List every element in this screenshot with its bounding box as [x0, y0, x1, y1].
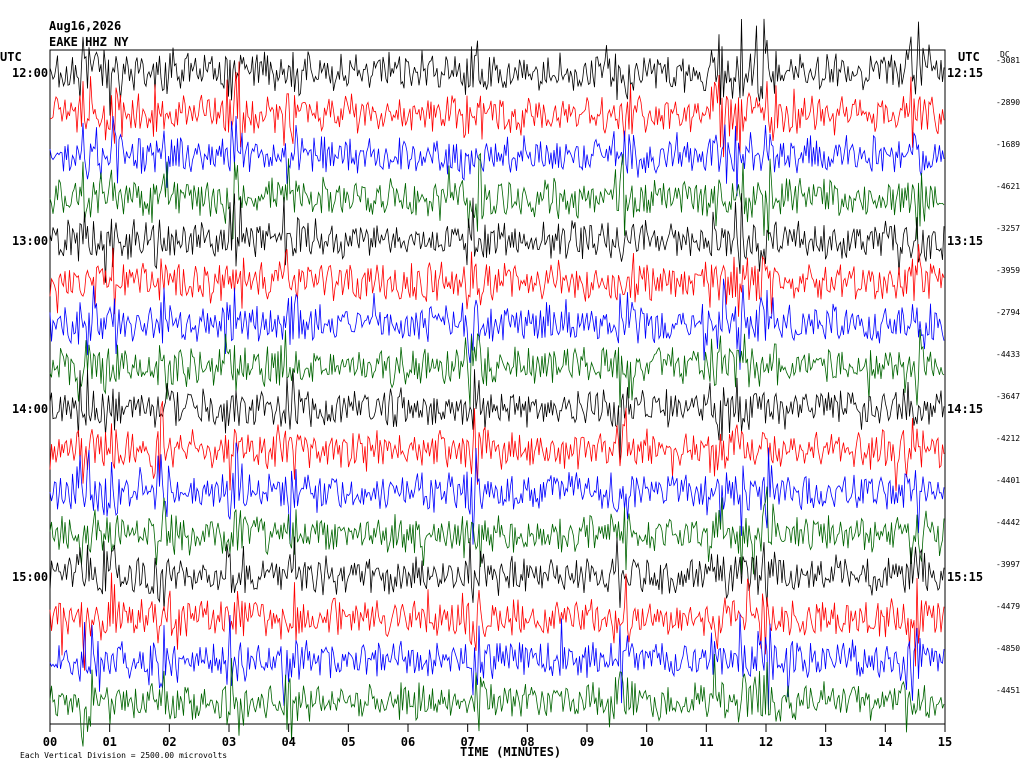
scale-note: Each Vertical Division = 2500.00 microvo…	[20, 751, 228, 760]
right-hour-label: 12:15	[947, 66, 984, 80]
x-tick-label: 09	[580, 735, 594, 749]
left-utc-label: UTC	[0, 50, 22, 64]
right-hour-label: 15:15	[947, 570, 984, 584]
dc-value: -3959	[996, 266, 1021, 275]
x-tick-label: 01	[102, 735, 116, 749]
helicorder-plot: 00 01 02 03 04 05 06 07 08 09 10 11 12 13 14 15	[43, 18, 952, 749]
trace-line	[49, 115, 945, 197]
left-hour-label: 15:00	[12, 570, 49, 584]
station-label: EAKE HHZ NY	[49, 35, 129, 49]
dc-value: -4433	[996, 350, 1021, 359]
trace-line	[49, 18, 945, 116]
trace-line	[49, 653, 945, 747]
trace-line	[49, 401, 945, 492]
date-label: Aug16,2026	[49, 19, 122, 33]
dc-value: -3997	[996, 560, 1021, 569]
x-tick-label: 15	[938, 735, 952, 749]
x-tick-label: 06	[401, 735, 415, 749]
left-hour-label: 12:00	[12, 66, 49, 80]
x-axis-title: TIME (MINUTES)	[460, 745, 562, 759]
x-tick-label: 11	[699, 735, 713, 749]
dc-value: -4451	[996, 686, 1021, 695]
trace-line	[49, 486, 945, 575]
right-utc-label: UTC	[958, 50, 980, 64]
left-hour-label: 13:00	[12, 234, 49, 248]
dc-value: -4621	[996, 182, 1021, 191]
right-hour-label: 14:15	[947, 402, 984, 416]
x-tick-label: 04	[281, 735, 295, 749]
dc-value: -3647	[996, 392, 1021, 401]
trace-line	[49, 244, 945, 317]
x-tick-label: 14	[878, 735, 892, 749]
x-tick-label: 13	[818, 735, 832, 749]
x-tick-label: 00	[43, 735, 57, 749]
x-tick-label: 05	[341, 735, 355, 749]
dc-value: -4479	[996, 602, 1021, 611]
x-tick-label: 03	[222, 735, 236, 749]
seismic-traces	[49, 18, 945, 747]
left-hour-label: 14:00	[12, 402, 49, 416]
dc-value: -4850	[996, 644, 1021, 653]
dc-value: -1689	[996, 140, 1021, 149]
dc-value: -4212	[996, 434, 1021, 443]
dc-value: -3081	[996, 56, 1021, 65]
dc-value: -2794	[996, 308, 1021, 317]
right-hour-label: 13:15	[947, 234, 984, 248]
dc-value: -3257	[996, 224, 1021, 233]
x-tick-label: 12	[759, 735, 773, 749]
dc-value: -2890	[996, 98, 1021, 107]
x-tick-label: 02	[162, 735, 176, 749]
dc-value: -4442	[996, 518, 1021, 527]
dc-value: -4401	[996, 476, 1021, 485]
x-tick-label: 10	[639, 735, 653, 749]
trace-line	[49, 329, 945, 408]
